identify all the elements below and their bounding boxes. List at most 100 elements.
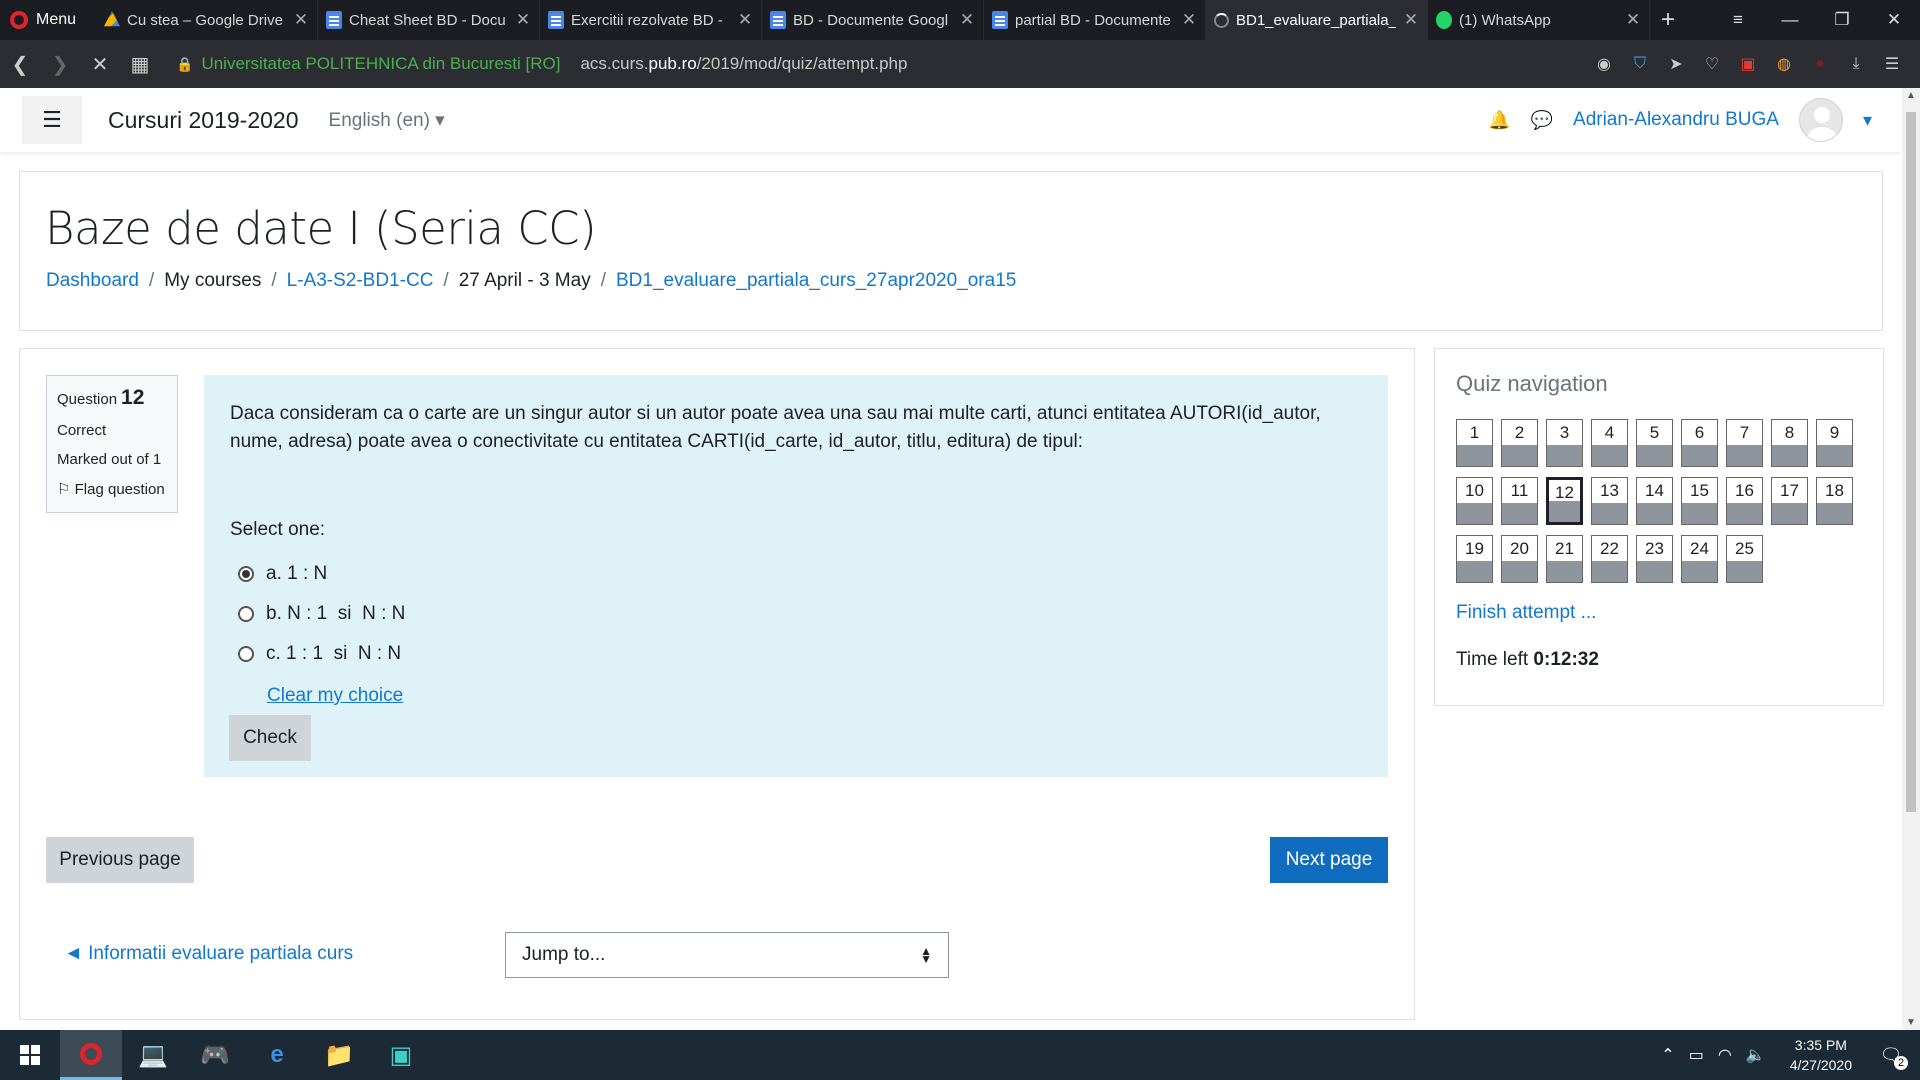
quiz-question-button[interactable]: 18: [1816, 477, 1853, 525]
browser-tab[interactable]: (1) WhatsApp ✕: [1428, 0, 1650, 40]
forward-icon[interactable]: ❯: [40, 52, 80, 77]
quiz-question-button[interactable]: 20: [1501, 535, 1538, 583]
previous-activity-link[interactable]: ◄ Informatii evaluare partiala curs: [64, 943, 353, 965]
answer-option[interactable]: b. N : 1 si N : N: [238, 594, 1362, 634]
extension-icon[interactable]: ●: [1808, 52, 1832, 76]
quiz-question-button[interactable]: 16: [1726, 477, 1763, 525]
quiz-question-button[interactable]: 23: [1636, 535, 1673, 583]
messages-icon[interactable]: 💬: [1531, 110, 1553, 131]
opera-taskbar-icon[interactable]: [60, 1030, 122, 1080]
terminal-taskbar-icon[interactable]: ▣: [370, 1030, 432, 1080]
previous-page-button[interactable]: Previous page: [46, 837, 194, 883]
browser-tab[interactable]: partial BD - Documente ✕: [984, 0, 1206, 40]
user-name[interactable]: Adrian-Alexandru BUGA: [1573, 109, 1779, 131]
quiz-question-button[interactable]: 21: [1546, 535, 1583, 583]
camera-icon[interactable]: ◉: [1592, 52, 1616, 76]
chevron-up-icon[interactable]: ⌃: [1661, 1045, 1674, 1065]
radio-button[interactable]: [238, 606, 254, 622]
send-icon[interactable]: ➤: [1664, 52, 1688, 76]
quiz-question-button[interactable]: 4: [1591, 419, 1628, 467]
close-icon[interactable]: ✕: [737, 10, 753, 30]
quiz-question-button[interactable]: 11: [1501, 477, 1538, 525]
close-icon[interactable]: ✕: [1625, 10, 1641, 30]
lock-icon[interactable]: 🔒: [176, 56, 193, 73]
volume-icon[interactable]: 🔈: [1746, 1045, 1766, 1065]
flag-question-button[interactable]: ⚐ Flag question: [57, 480, 167, 498]
opera-menu-button[interactable]: Menu: [0, 0, 96, 40]
jump-to-select[interactable]: Jump to... ▲ ▼: [505, 932, 949, 978]
tab-menu-icon[interactable]: ≡: [1712, 0, 1764, 40]
quiz-question-button[interactable]: 3: [1546, 419, 1583, 467]
drawer-toggle-icon[interactable]: ☰: [22, 96, 82, 144]
scroll-down-icon[interactable]: ▼: [1902, 1017, 1920, 1028]
speed-dial-icon[interactable]: ▦: [120, 52, 160, 77]
site-identity[interactable]: Universitatea POLITEHNICA din Bucuresti …: [201, 54, 560, 74]
page-scrollbar[interactable]: ▲ ▼: [1902, 88, 1920, 1030]
extension-icon[interactable]: ◍: [1772, 52, 1796, 76]
finish-attempt-link[interactable]: Finish attempt ...: [1456, 602, 1596, 624]
answer-option[interactable]: a. 1 : N: [238, 554, 1362, 594]
quiz-question-button[interactable]: 9: [1816, 419, 1853, 467]
breadcrumb-link[interactable]: Dashboard: [46, 270, 139, 292]
close-icon[interactable]: ✕: [1181, 10, 1197, 30]
quiz-question-button[interactable]: 8: [1771, 419, 1808, 467]
scroll-up-icon[interactable]: ▲: [1902, 90, 1920, 101]
quiz-question-button[interactable]: 19: [1456, 535, 1493, 583]
battery-icon[interactable]: ▭: [1689, 1045, 1704, 1065]
restore-icon[interactable]: ❐: [1816, 0, 1868, 40]
close-window-icon[interactable]: ✕: [1868, 0, 1920, 40]
close-icon[interactable]: ✕: [515, 10, 531, 30]
taskbar-clock[interactable]: 3:35 PM 4/27/2020: [1790, 1035, 1852, 1075]
url-field[interactable]: acs.curs.pub.ro/2019/mod/quiz/attempt.ph…: [580, 54, 907, 74]
quiz-question-button[interactable]: 25: [1726, 535, 1763, 583]
scrollbar-thumb[interactable]: [1906, 112, 1916, 812]
answer-label[interactable]: a. 1 : N: [266, 560, 327, 588]
radio-button[interactable]: [238, 566, 254, 582]
site-name[interactable]: Cursuri 2019-2020: [108, 107, 299, 134]
back-icon[interactable]: ❮: [0, 52, 40, 77]
notification-center-icon[interactable]: 🗨 2: [1876, 1040, 1908, 1070]
file-explorer-taskbar-icon[interactable]: 📁: [308, 1030, 370, 1080]
quiz-question-button[interactable]: 6: [1681, 419, 1718, 467]
edge-taskbar-icon[interactable]: e: [246, 1030, 308, 1080]
chevron-down-icon[interactable]: ▾: [1863, 110, 1872, 131]
breadcrumb-link[interactable]: BD1_evaluare_partiala_curs_27apr2020_ora…: [616, 270, 1016, 292]
quiz-question-button[interactable]: 2: [1501, 419, 1538, 467]
radio-button[interactable]: [238, 646, 254, 662]
start-button[interactable]: [0, 1030, 60, 1080]
shield-icon[interactable]: ⛉: [1628, 52, 1652, 76]
language-menu[interactable]: English (en) ▾: [329, 109, 445, 132]
stop-loading-icon[interactable]: ✕: [80, 52, 120, 77]
answer-option[interactable]: c. 1 : 1 si N : N: [238, 634, 1362, 674]
easy-setup-icon[interactable]: ☰: [1880, 52, 1904, 76]
quiz-question-button[interactable]: 24: [1681, 535, 1718, 583]
close-icon[interactable]: ✕: [959, 10, 975, 30]
browser-tab[interactable]: Cu stea – Google Drive ✕: [96, 0, 318, 40]
close-icon[interactable]: ✕: [1403, 10, 1419, 30]
next-page-button[interactable]: Next page: [1270, 837, 1388, 883]
quiz-question-button[interactable]: 15: [1681, 477, 1718, 525]
extension-icon[interactable]: ▣: [1736, 52, 1760, 76]
bell-icon[interactable]: 🔔: [1488, 110, 1510, 131]
avatar[interactable]: [1798, 98, 1843, 142]
close-icon[interactable]: ✕: [293, 10, 309, 30]
answer-label[interactable]: c. 1 : 1 si N : N: [266, 640, 401, 668]
quiz-question-button[interactable]: 12: [1546, 477, 1583, 525]
quiz-question-button[interactable]: 13: [1591, 477, 1628, 525]
heart-icon[interactable]: ♡: [1700, 52, 1724, 76]
quiz-question-button[interactable]: 7: [1726, 419, 1763, 467]
quiz-question-button[interactable]: 22: [1591, 535, 1628, 583]
quiz-question-button[interactable]: 1: [1456, 419, 1493, 467]
browser-tab[interactable]: Cheat Sheet BD - Docu ✕: [318, 0, 540, 40]
minimize-icon[interactable]: —: [1764, 0, 1816, 40]
device-taskbar-icon[interactable]: 💻: [122, 1030, 184, 1080]
quiz-question-button[interactable]: 5: [1636, 419, 1673, 467]
new-tab-icon[interactable]: +: [1650, 0, 1686, 40]
answer-label[interactable]: b. N : 1 si N : N: [266, 600, 405, 628]
browser-tab[interactable]: BD - Documente Googl ✕: [762, 0, 984, 40]
quiz-question-button[interactable]: 17: [1771, 477, 1808, 525]
browser-tab-active[interactable]: BD1_evaluare_partiala_ ✕: [1206, 0, 1428, 40]
breadcrumb-link[interactable]: L-A3-S2-BD1-CC: [287, 270, 434, 292]
browser-tab[interactable]: Exercitii rezolvate BD - ✕: [540, 0, 762, 40]
quiz-question-button[interactable]: 14: [1636, 477, 1673, 525]
